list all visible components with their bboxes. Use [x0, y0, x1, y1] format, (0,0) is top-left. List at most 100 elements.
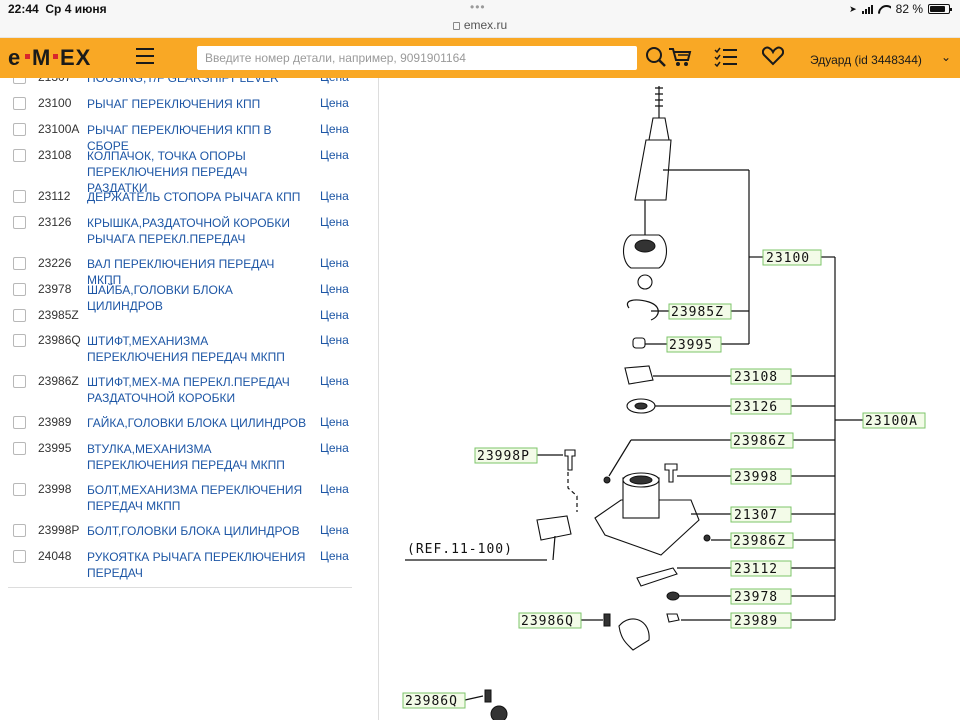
svg-text:e: e [8, 46, 21, 70]
part-name-link[interactable]: РУКОЯТКА РЫЧАГА ПЕРЕКЛЮЧЕНИЯ ПЕРЕДАЧ [87, 549, 309, 581]
part-checkbox[interactable] [13, 149, 26, 162]
part-checkbox[interactable] [13, 123, 26, 136]
price-link[interactable]: Цена [320, 415, 349, 429]
price-link[interactable]: Цена [320, 333, 349, 347]
part-checkbox[interactable] [13, 283, 26, 296]
callout-23985z[interactable]: 23985Z [668, 303, 732, 320]
status-time: 22:44 Ср 4 июня [8, 2, 107, 16]
part-name-link[interactable]: БОЛТ,ГОЛОВКИ БЛОКА ЦИЛИНДРОВ [87, 523, 309, 539]
part-checkbox[interactable] [13, 190, 26, 203]
part-name-link[interactable]: КРЫШКА,РАЗДАТОЧНОЙ КОРОБКИ РЫЧАГА ПЕРЕКЛ… [87, 215, 309, 247]
chevron-down-icon[interactable]: ⌄ [941, 50, 951, 64]
site-header: e M EX Эдуард (id 3448344) ⌄ [0, 38, 960, 78]
callout-23995[interactable]: 23995 [666, 336, 722, 353]
price-link[interactable]: Цена [320, 549, 349, 563]
callout-23126[interactable]: 23126 [730, 398, 792, 415]
part-name-link[interactable]: ШАЙБА,ГОЛОВКИ БЛОКА ЦИЛИНДРОВ [87, 282, 309, 314]
price-link[interactable]: Цена [320, 122, 349, 136]
price-link[interactable]: Цена [320, 308, 349, 322]
status-indicators: ➤ 82 % [849, 2, 952, 16]
part-name-link[interactable]: ВТУЛКА,МЕХАНИЗМА ПЕРЕКЛЮЧЕНИЯ ПЕРЕДАЧ МК… [87, 441, 309, 473]
part-checkbox[interactable] [13, 483, 26, 496]
price-link[interactable]: Цена [320, 256, 349, 270]
part-checkbox[interactable] [13, 375, 26, 388]
user-account[interactable]: Эдуард (id 3448344) [810, 53, 922, 67]
url-text: emex.ru [463, 18, 508, 32]
part-code: 23985Z [38, 308, 79, 322]
svg-text:23986Q: 23986Q [521, 614, 574, 629]
part-code: 23226 [38, 256, 72, 270]
signal-icon [861, 4, 873, 14]
part-checkbox[interactable] [13, 216, 26, 229]
parts-diagram: 23100 23985Z 23995 23108 23126 23100A 23… [378, 78, 960, 720]
callout-21307[interactable]: 21307 [730, 506, 792, 523]
snap-ring [626, 299, 659, 321]
reference-label: (REF.11-100) [407, 542, 513, 557]
checklist-icon[interactable] [714, 46, 738, 73]
shift-lever [622, 86, 672, 290]
callout-23108[interactable]: 23108 [730, 368, 792, 385]
callout-23100[interactable]: 23100 [762, 249, 822, 266]
search-input[interactable] [197, 46, 637, 70]
part-checkbox[interactable] [13, 416, 26, 429]
part-checkbox[interactable] [13, 309, 26, 322]
callout-23986q-upper[interactable]: 23986Q [518, 612, 582, 629]
callout-23100a[interactable]: 23100A [862, 412, 926, 429]
part-name-link[interactable]: ГАЙКА,ГОЛОВКИ БЛОКА ЦИЛИНДРОВ [87, 415, 309, 431]
callout-23989[interactable]: 23989 [730, 612, 792, 629]
heart-icon[interactable] [761, 46, 785, 71]
callout-23998p[interactable]: 23998P [474, 447, 538, 464]
part-code: 23986Z [38, 374, 79, 388]
price-link[interactable]: Цена [320, 96, 349, 110]
price-link[interactable]: Цена [320, 215, 349, 229]
svg-text:23126: 23126 [734, 400, 778, 415]
part-code: 23112 [38, 189, 71, 203]
bolt [564, 449, 576, 471]
part-checkbox[interactable] [13, 257, 26, 270]
part-checkbox[interactable] [13, 334, 26, 347]
part-name-link[interactable]: РЫЧАГ ПЕРЕКЛЮЧЕНИЯ КПП [87, 96, 309, 112]
exploded-view-drawing: 23100 23985Z 23995 23108 23126 23100A 23… [402, 86, 926, 720]
pivot-cap [624, 365, 654, 385]
part-name-link[interactable]: ДЕРЖАТЕЛЬ СТОПОРА РЫЧАГА КПП [87, 189, 309, 205]
callout-23978[interactable]: 23978 [730, 588, 792, 605]
svg-text:23112: 23112 [734, 562, 778, 577]
price-link[interactable]: Цена [320, 482, 349, 496]
menu-icon[interactable] [136, 48, 154, 66]
callout-23986z-upper[interactable]: 23986Z [730, 432, 794, 449]
price-link[interactable]: Цена [320, 441, 349, 455]
part-code: 23998 [38, 482, 72, 496]
price-link[interactable]: Цена [320, 148, 349, 162]
callout-23112[interactable]: 23112 [730, 560, 792, 577]
tab-dots-icon[interactable]: ••• [470, 0, 486, 14]
svg-text:M: M [32, 46, 51, 70]
shifter-housing [594, 472, 700, 556]
address-bar[interactable]: emex.ru [0, 18, 960, 32]
part-name-link[interactable]: ШТИФТ,МЕХАНИЗМА ПЕРЕКЛЮЧЕНИЯ ПЕРЕДАЧ МКП… [87, 333, 309, 365]
callout-23998[interactable]: 23998 [730, 468, 792, 485]
price-link[interactable]: Цена [320, 282, 349, 296]
search-icon[interactable] [645, 46, 667, 73]
svg-text:23985Z: 23985Z [671, 305, 724, 320]
part-code: 23100A [38, 122, 80, 136]
part-name-link[interactable]: БОЛТ,МЕХАНИЗМА ПЕРЕКЛЮЧЕНИЯ ПЕРЕДАЧ МКПП [87, 482, 309, 514]
price-link[interactable]: Цена [320, 189, 349, 203]
emex-logo[interactable]: e M EX [8, 45, 100, 76]
part-checkbox[interactable] [13, 97, 26, 110]
price-link[interactable]: Цена [320, 78, 349, 84]
part-checkbox[interactable] [13, 78, 26, 84]
callout-23986z-lower[interactable]: 23986Z [730, 532, 794, 549]
price-link[interactable]: Цена [320, 374, 349, 388]
cart-icon[interactable] [668, 46, 692, 73]
svg-text:23998: 23998 [734, 470, 778, 485]
part-checkbox[interactable] [13, 550, 26, 563]
callout-23986q-lower[interactable]: 23986Q [402, 692, 466, 709]
part-checkbox[interactable] [13, 524, 26, 537]
part-name-link[interactable]: HOUSING,T/F GEARSHIFT LEVER [87, 78, 309, 86]
price-link[interactable]: Цена [320, 523, 349, 537]
svg-text:23995: 23995 [669, 338, 713, 353]
wifi-icon [878, 5, 891, 14]
part-code: 24048 [38, 549, 72, 563]
part-name-link[interactable]: ШТИФТ,МЕХ-МА ПЕРЕКЛ.ПЕРЕДАЧ РАЗДАТОЧНОЙ … [87, 374, 309, 406]
part-checkbox[interactable] [13, 442, 26, 455]
